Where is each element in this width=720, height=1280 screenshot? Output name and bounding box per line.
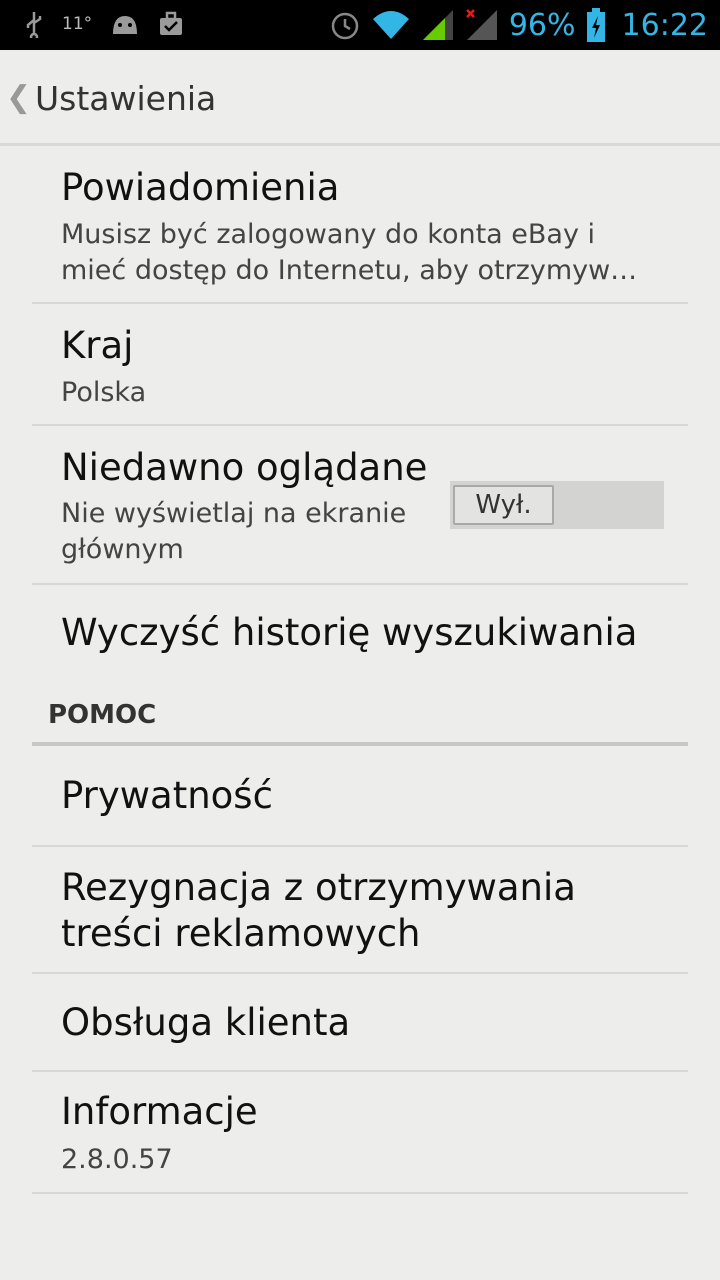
toggle-knob: Wył. [453,485,554,525]
briefcase-icon [160,11,183,35]
setting-title: Powiadomienia [61,166,340,209]
setting-customer-service[interactable]: Obsługa klienta [32,974,688,1072]
section-header-help: POMOC [32,690,688,746]
battery-charging-icon [586,8,605,42]
system-indicators: 96% 16:22 [329,6,708,44]
setting-value: Polska [61,377,147,408]
setting-summary-line: Nie wyświetlaj na ekranie [61,498,407,529]
setting-about[interactable]: Informacje 2.8.0.57 [32,1072,688,1194]
setting-title: Wyczyść historię wyszukiwania [61,611,638,654]
setting-summary-line: Musisz być zalogowany do konta eBay i [61,219,596,250]
page-title[interactable]: Ustawienia [35,79,216,118]
app-version: 2.8.0.57 [61,1144,173,1175]
alarm-icon [331,12,359,40]
setting-recently-viewed[interactable]: Niedawno oglądane Nie wyświetlaj na ekra… [32,426,688,585]
setting-summary-line: głównym [61,534,184,565]
setting-summary-line: mieć dostęp do Internetu, aby otrzymyw… [61,255,638,286]
back-caret-icon[interactable]: ❮ [6,80,31,115]
status-bar: 11° 96% 16:22 [0,0,720,50]
no-signal-icon [465,9,497,40]
usb-icon [26,12,42,38]
setting-title: Informacje [61,1090,258,1133]
setting-country[interactable]: Kraj Polska [32,304,688,426]
setting-privacy[interactable]: Prywatność [32,746,688,847]
setting-title: Niedawno oglądane [61,446,428,489]
signal-icon [422,10,453,40]
setting-title: Obsługa klienta [61,1001,351,1044]
weather-icon: 11° [62,14,93,34]
setting-title: Kraj [61,324,134,367]
battery-percent: 96% [508,7,576,43]
setting-title: Prywatność [61,774,273,817]
recently-viewed-toggle[interactable]: Wył. [450,481,664,529]
section-header-label: POMOC [48,700,157,730]
setting-clear-history[interactable]: Wyczyść historię wyszukiwania [32,585,688,690]
notification-icons: 11° [24,10,184,38]
setting-title: Rezygnacja z otrzymywania [61,866,576,909]
action-bar: ❮ Ustawienia [0,50,720,146]
setting-notifications[interactable]: Powiadomienia Musisz być zalogowany do k… [32,146,688,304]
clock: 16:22 [621,7,708,43]
setting-title: treści reklamowych [61,912,421,955]
android-icon [113,16,138,34]
wifi-icon [372,11,409,39]
setting-ad-opt-out[interactable]: Rezygnacja z otrzymywania treści reklamo… [32,847,688,974]
